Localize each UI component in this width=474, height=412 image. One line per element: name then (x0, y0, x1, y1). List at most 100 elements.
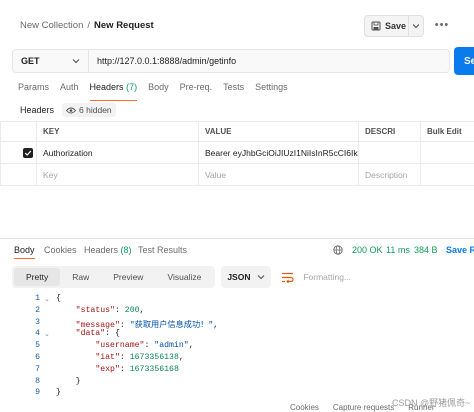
response-size: 384 B (414, 245, 438, 255)
tab-label: Pre-req. (179, 82, 213, 92)
tab-label: Test Results (138, 245, 188, 255)
save-response-button[interactable]: Save R (446, 245, 474, 255)
code-token: 1673356138 (129, 353, 179, 362)
language-select[interactable]: JSON (221, 266, 272, 288)
tab-settings[interactable]: Settings (255, 80, 288, 98)
row-checkbox[interactable] (23, 147, 33, 158)
line-number: 8 (35, 376, 40, 386)
bulk-edit-button[interactable]: Bulk Edit (420, 121, 474, 142)
view-visualize[interactable]: Visualize (155, 268, 213, 286)
code-token: : { (105, 329, 120, 339)
code-token: : (119, 364, 130, 374)
save-label: Save (385, 21, 407, 31)
line-number: 3 (35, 317, 40, 327)
tab-label: Body (14, 245, 35, 255)
row-actions-cell (420, 141, 474, 164)
code-line: "username": "admin", (56, 341, 193, 351)
wrap-lines-icon (281, 272, 294, 283)
code-line: { (56, 294, 61, 303)
code-token: } (56, 388, 61, 398)
response-status: 200 OK (352, 245, 383, 255)
view-mode-group: Pretty Raw Preview Visualize (12, 266, 216, 288)
tab-label: Tests (223, 82, 245, 92)
method-label: GET (21, 56, 40, 66)
tab-pre-request[interactable]: Pre-req. (180, 80, 213, 98)
view-preview[interactable]: Preview (101, 268, 155, 286)
tab-count: (7) (126, 82, 138, 92)
fold-chevron-icon[interactable]: ⌄ (44, 295, 50, 304)
top-bar: New Collection / New Request Save ••• (0, 0, 474, 48)
more-options-icon[interactable]: ••• (432, 18, 452, 32)
line-number: 2 (35, 305, 40, 315)
response-tab-headers[interactable]: Headers (8) (84, 245, 132, 255)
wrap-lines-button[interactable] (277, 266, 297, 288)
response-tab-body[interactable]: Body (14, 245, 35, 259)
tab-auth[interactable]: Auth (60, 80, 79, 98)
method-select[interactable]: GET (13, 50, 89, 72)
code-token: , (139, 305, 145, 315)
hidden-headers-toggle[interactable]: 6 hidden (62, 103, 116, 117)
placeholder-actions-cell (420, 163, 474, 186)
view-raw[interactable]: Raw (60, 268, 101, 286)
eye-icon (66, 107, 77, 113)
code-token: "data" (75, 329, 106, 339)
tab-label: Headers (89, 82, 124, 92)
code-token: } (56, 376, 81, 386)
headers-title: Headers (20, 105, 55, 115)
code-token: : (119, 353, 130, 362)
header-key-cell[interactable]: Authorization (36, 141, 199, 164)
code-token: , (178, 353, 184, 362)
description-placeholder[interactable]: Description (358, 163, 421, 186)
footer-capture-requests[interactable]: Capture requests (333, 403, 394, 412)
pane-divider[interactable] (0, 238, 474, 239)
code-line: } (56, 377, 81, 386)
code-token: , (213, 320, 219, 330)
view-pretty[interactable]: Pretty (14, 268, 61, 286)
column-header-description: DESCRI (358, 121, 421, 142)
chevron-down-icon (257, 275, 265, 280)
save-button-group: Save (364, 15, 424, 37)
tab-label: Params (18, 82, 50, 92)
code-line: } (56, 388, 61, 397)
url-input[interactable]: http://127.0.0.1:8888/admin/getinfo (89, 56, 236, 66)
url-bar: GET http://127.0.0.1:8888/admin/getinfo (12, 49, 450, 73)
line-number: 9 (35, 388, 40, 398)
breadcrumb-collection[interactable]: New Collection (20, 20, 83, 31)
value-placeholder[interactable]: Value (198, 163, 359, 186)
headers-table: KEY VALUE DESCRI Bulk Edit Authorization… (0, 121, 474, 186)
line-number: 7 (35, 364, 40, 374)
placeholder-checkbox-cell (0, 163, 37, 186)
tab-tests[interactable]: Tests (223, 80, 244, 98)
table-header-row: KEY VALUE DESCRI Bulk Edit (0, 121, 474, 142)
breadcrumb: New Collection / New Request (20, 20, 154, 31)
language-label: JSON (227, 272, 251, 282)
tab-body[interactable]: Body (148, 80, 169, 98)
fold-chevron-icon[interactable]: ⌄ (44, 330, 50, 339)
checkbox-column-header (0, 121, 37, 142)
header-description-cell[interactable] (358, 141, 421, 164)
code-token: "获取用户信息成功！" (129, 320, 214, 330)
tab-label: Cookies (44, 245, 77, 255)
code-token: "admin" (154, 341, 189, 351)
globe-icon[interactable] (333, 245, 343, 255)
save-options-button[interactable] (409, 23, 423, 29)
response-time: 11 ms (386, 245, 410, 255)
hidden-headers-label: 6 hidden (79, 105, 112, 115)
response-tab-test-results[interactable]: Test Results (138, 245, 187, 255)
save-button[interactable]: Save (365, 16, 409, 36)
send-button[interactable]: Se (454, 47, 474, 75)
tab-params[interactable]: Params (18, 80, 49, 98)
footer-cookies[interactable]: Cookies (290, 403, 319, 412)
code-line: "message": "获取用户信息成功！", (56, 318, 219, 330)
breadcrumb-request[interactable]: New Request (94, 20, 154, 31)
table-row-placeholder: Key Value Description (0, 163, 474, 186)
formatting-status: Formatting... (303, 272, 352, 282)
response-tab-cookies[interactable]: Cookies (44, 245, 77, 255)
line-number: 4 (35, 329, 40, 339)
code-token: 1673356168 (129, 364, 179, 374)
column-header-value: VALUE (198, 121, 359, 142)
key-placeholder[interactable]: Key (36, 163, 199, 186)
code-line: "iat": 1673356138, (56, 353, 184, 362)
header-value-cell[interactable]: Bearer eyJhbGciOiJIUzI1NiIsInR5cCI6Ik... (198, 141, 359, 164)
tab-headers[interactable]: Headers (7) (89, 80, 138, 101)
